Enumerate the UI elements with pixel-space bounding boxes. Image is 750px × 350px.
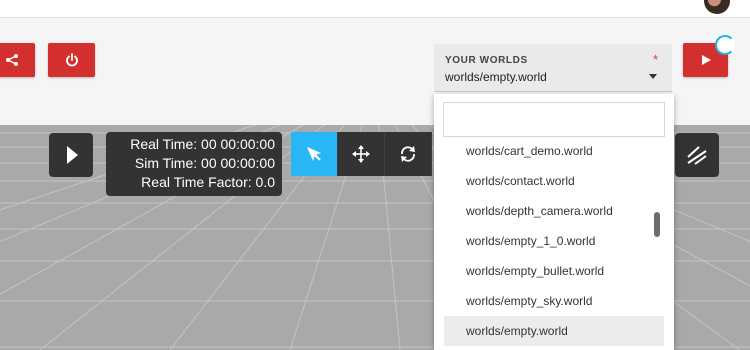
wireframe-toggle-button[interactable] [675,133,719,177]
world-option[interactable]: worlds/cart_demo.world [434,136,674,166]
app-page: YOUR WORLDS * worlds/empty.world Real Ti… [0,0,750,350]
power-icon [65,53,78,67]
share-icon [5,54,18,66]
share-button[interactable] [0,43,35,77]
simulation-play-button[interactable] [49,133,93,177]
world-option[interactable]: worlds/empty_sky.world [434,286,674,316]
move-arrows-icon [352,145,370,163]
power-button[interactable] [48,43,95,77]
world-option[interactable]: worlds/depth_camera.world [434,196,674,226]
world-option[interactable]: worlds/empty_1_0.world [434,226,674,256]
pointer-arrow-icon [307,147,321,161]
worlds-select-label: YOUR WORLDS [445,55,528,66]
select-mode-button[interactable] [291,132,338,176]
required-marker: * [652,52,658,67]
real-time-readout: Real Time: 00 00:00:00 [130,136,275,152]
caret-down-icon [649,74,657,79]
top-header-bar [0,0,750,18]
user-avatar-icon[interactable] [704,0,730,14]
simulation-stats-panel: Real Time: 00 00:00:00 Sim Time: 00 00:0… [106,132,282,196]
rotate-icon [401,146,415,162]
real-time-factor-readout: Real Time Factor: 0.0 [141,174,275,190]
play-icon [701,55,711,65]
dropdown-scrollbar-thumb[interactable] [654,212,660,237]
wireframe-lines-icon [687,146,707,165]
world-option[interactable]: worlds/empty_bullet.world [434,256,674,286]
translate-mode-button[interactable] [338,132,385,176]
worlds-select-value: worlds/empty.world [445,70,547,84]
manipulation-toolbar [291,132,432,176]
worlds-options-list: worlds/cart_demo.world worlds/contact.wo… [434,136,674,346]
worlds-search-input[interactable] [443,102,665,137]
world-option[interactable]: worlds/contact.world [434,166,674,196]
loading-spinner-icon [715,35,735,55]
world-option-selected[interactable]: worlds/empty.world [444,316,664,346]
worlds-dropdown-menu: worlds/cart_demo.world worlds/contact.wo… [434,94,674,350]
sim-time-readout: Sim Time: 00 00:00:00 [134,155,275,171]
rotate-mode-button[interactable] [385,132,432,176]
worlds-select[interactable]: YOUR WORLDS * worlds/empty.world [434,44,672,92]
play-icon [67,146,78,164]
